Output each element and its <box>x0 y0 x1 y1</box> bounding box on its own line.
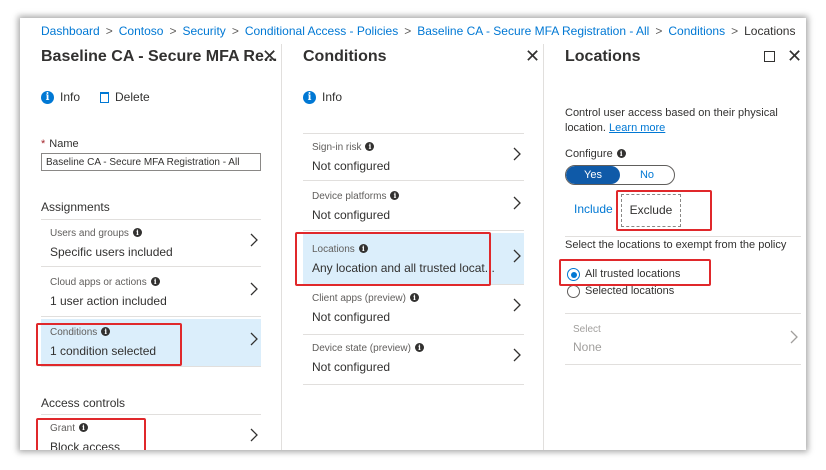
delete-button[interactable]: Delete <box>115 90 150 104</box>
tab-include[interactable]: Include <box>574 202 613 216</box>
tab-divider <box>565 236 801 237</box>
breadcrumb-separator: > <box>105 24 113 38</box>
breadcrumb-dashboard[interactable]: Dashboard <box>41 24 100 38</box>
breadcrumb: Dashboard > Contoso > Security > Conditional A… <box>20 18 806 44</box>
required-asterisk: * <box>41 138 46 150</box>
chevron-right-icon <box>250 282 258 296</box>
breadcrumb-contoso[interactable]: Contoso <box>119 24 164 38</box>
info-icon: i <box>365 142 375 151</box>
close-icon[interactable]: ✕ <box>787 46 802 67</box>
policy-name-input[interactable] <box>41 153 261 171</box>
info-icon: i <box>409 293 419 302</box>
sign-in-risk-row[interactable]: Sign-in risk i Not configured <box>303 133 524 181</box>
breadcrumb-ca-policies[interactable]: Conditional Access - Policies <box>245 24 398 38</box>
row-label: Sign-in risk i <box>312 142 375 153</box>
info-icon: i <box>390 191 400 200</box>
row-label: Cloud apps or actions i <box>50 277 160 288</box>
trash-icon <box>100 91 110 103</box>
info-icon: i <box>41 90 54 104</box>
select-locations-row[interactable]: Select None <box>565 313 801 365</box>
grant-highlight-box <box>36 418 146 450</box>
device-state-row[interactable]: Device state (preview) i Not configured <box>303 335 524 385</box>
toggle-yes[interactable]: Yes <box>566 166 620 184</box>
chevron-right-icon <box>250 332 258 346</box>
policy-command-bar: i Info Delete <box>41 88 150 106</box>
breadcrumb-separator: > <box>731 24 739 38</box>
users-groups-row[interactable]: Users and groups i Specific users include… <box>41 219 261 267</box>
breadcrumb-current: Locations <box>744 24 796 38</box>
close-icon[interactable]: ✕ <box>525 46 540 67</box>
access-controls-heading: Access controls <box>41 396 126 410</box>
row-value: Specific users included <box>50 245 173 259</box>
select-label: Select <box>573 324 601 335</box>
chevron-right-icon <box>250 428 258 442</box>
name-label: * Name <box>41 138 79 150</box>
radio-selected-locations[interactable] <box>567 285 580 298</box>
row-value: Not configured <box>312 159 391 173</box>
locations-highlight-box <box>295 232 491 286</box>
breadcrumb-separator: > <box>404 24 412 38</box>
conditions-highlight-box <box>36 323 182 366</box>
info-icon: i <box>303 90 316 104</box>
row-label: Device platforms i <box>312 191 400 202</box>
configure-toggle[interactable]: Yes No <box>565 165 675 185</box>
row-value: Not configured <box>312 360 391 374</box>
radio-selected-locations-label[interactable]: Selected locations <box>585 285 674 297</box>
info-button[interactable]: Info <box>60 90 80 104</box>
info-icon: i <box>616 149 626 158</box>
chevron-right-icon <box>513 147 521 161</box>
chevron-right-icon <box>250 233 258 247</box>
breadcrumb-separator: > <box>169 24 177 38</box>
row-label: Client apps (preview) i <box>312 293 419 304</box>
close-icon[interactable]: ✕ <box>262 46 277 67</box>
breadcrumb-separator: > <box>231 24 239 38</box>
conditions-blade: Conditions ✕ i Info Sign-in risk i Not co… <box>283 44 544 450</box>
breadcrumb-policy[interactable]: Baseline CA - Secure MFA Registration - … <box>417 24 649 38</box>
row-value: Not configured <box>312 208 391 222</box>
chevron-right-icon <box>513 348 521 362</box>
policy-blade: Baseline CA - Secure MFA Re... ✕ i Info … <box>20 44 282 450</box>
row-value: 1 user action included <box>50 294 167 308</box>
assignments-heading: Assignments <box>41 200 110 214</box>
policy-blade-title: Baseline CA - Secure MFA Re... <box>41 48 278 65</box>
conditions-blade-title: Conditions <box>303 48 387 65</box>
info-icon: i <box>150 277 160 286</box>
info-icon: i <box>132 228 142 237</box>
locations-blade-title: Locations <box>565 48 641 65</box>
locations-blade: Locations ✕ Control user access based on… <box>545 44 806 450</box>
chevron-right-icon <box>513 196 521 210</box>
toggle-no[interactable]: No <box>620 166 674 184</box>
learn-more-link[interactable]: Learn more <box>609 122 665 134</box>
maximize-icon[interactable] <box>764 51 775 62</box>
portal-frame: Dashboard > Contoso > Security > Conditional A… <box>20 18 806 450</box>
chevron-right-icon <box>513 298 521 312</box>
trusted-locations-highlight-box <box>559 259 711 286</box>
breadcrumb-conditions[interactable]: Conditions <box>668 24 725 38</box>
chevron-right-icon <box>790 330 798 344</box>
configure-label: Configure i <box>565 148 626 160</box>
select-value: None <box>573 340 602 354</box>
exempt-prompt: Select the locations to exempt from the … <box>565 239 787 251</box>
info-icon: i <box>414 343 424 352</box>
client-apps-row[interactable]: Client apps (preview) i Not configured <box>303 285 524 335</box>
row-value: Not configured <box>312 310 391 324</box>
row-label: Device state (preview) i <box>312 343 424 354</box>
info-button[interactable]: Info <box>322 90 342 104</box>
chevron-right-icon <box>513 249 521 263</box>
row-label: Users and groups i <box>50 228 142 239</box>
exclude-highlight-box <box>616 190 712 231</box>
breadcrumb-security[interactable]: Security <box>182 24 225 38</box>
locations-description: Control user access based on their physi… <box>565 107 778 134</box>
cloud-apps-row[interactable]: Cloud apps or actions i 1 user action inc… <box>41 269 261 317</box>
breadcrumb-separator: > <box>655 24 663 38</box>
conditions-command-bar: i Info <box>303 88 342 106</box>
device-platforms-row[interactable]: Device platforms i Not configured <box>303 183 524 231</box>
